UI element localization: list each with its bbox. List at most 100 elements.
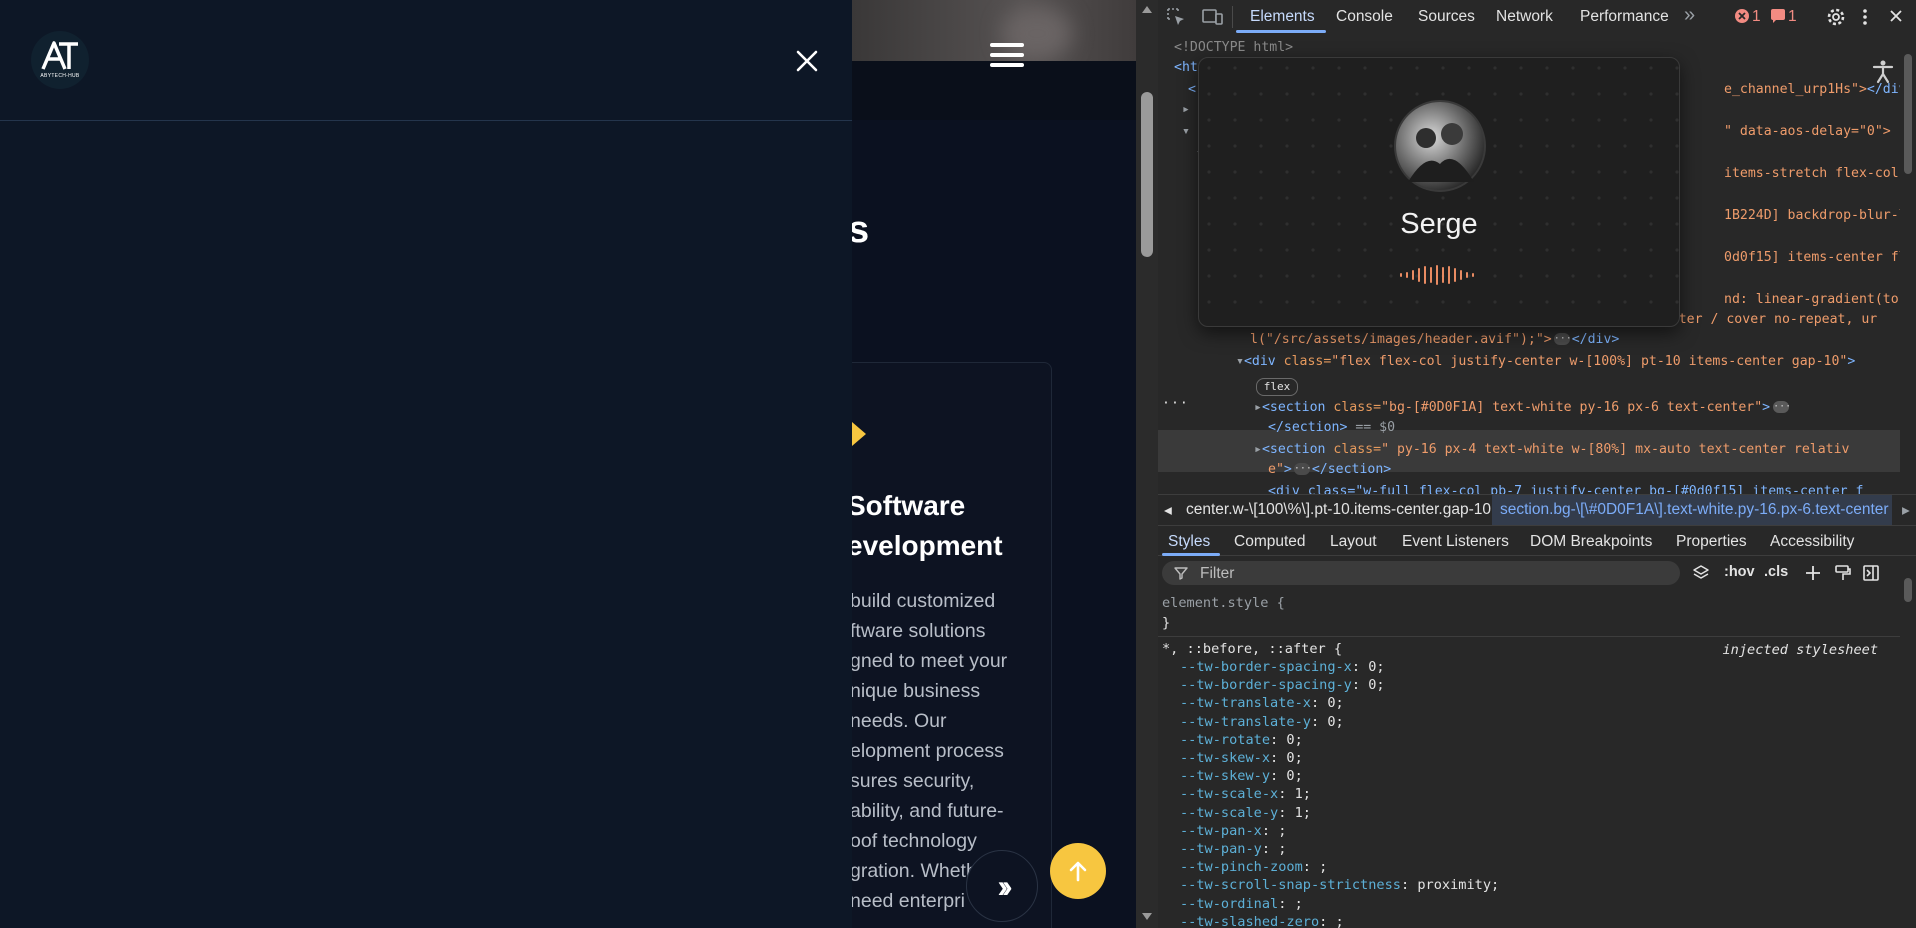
breadcrumb-scroll-left-icon[interactable]: ◂ <box>1164 501 1172 520</box>
styles-scrollbar[interactable] <box>1900 560 1916 928</box>
breadcrumb-item-section[interactable]: section.bg-\[\#0D0F1A\].text-white.py-16… <box>1500 501 1889 519</box>
toggle-sidebar-icon[interactable] <box>1862 564 1880 582</box>
tab-computed[interactable]: Computed <box>1234 533 1306 551</box>
tab-performance[interactable]: Performance <box>1580 8 1669 26</box>
css-property-name[interactable]: --tw-translate-y <box>1180 714 1311 730</box>
css-property-name[interactable]: --tw-skew-y <box>1180 768 1270 784</box>
ellipsis-badge[interactable]: ··· <box>1553 333 1572 345</box>
css-property-name[interactable]: --tw-scroll-snap-strictness <box>1180 877 1401 893</box>
css-property-name[interactable]: --tw-border-spacing-y <box>1180 677 1352 693</box>
more-tabs-icon[interactable]: » <box>1684 4 1695 27</box>
close-icon[interactable] <box>794 48 820 74</box>
tab-layout[interactable]: Layout <box>1330 533 1377 551</box>
css-property-value[interactable]: ; <box>1319 859 1327 875</box>
site-logo[interactable]: ABYTECH-HUB <box>31 31 89 89</box>
css-property-name[interactable]: --tw-rotate <box>1180 732 1270 748</box>
universal-selector-rule[interactable]: *, ::before, ::after { <box>1162 640 1342 658</box>
css-property-value[interactable]: ; <box>1336 914 1344 928</box>
tab-properties[interactable]: Properties <box>1676 533 1747 551</box>
ellipsis-badge[interactable]: ··· <box>1293 463 1312 475</box>
paint-brush-icon[interactable] <box>1834 564 1852 582</box>
css-property-name[interactable]: --tw-border-spacing-x <box>1180 659 1352 675</box>
css-property-value[interactable]: ; <box>1278 841 1286 857</box>
css-property-name[interactable]: --tw-pan-y <box>1180 841 1262 857</box>
tab-event-listeners[interactable]: Event Listeners <box>1402 533 1509 551</box>
hover-state-toggle[interactable]: :hov <box>1724 564 1755 580</box>
css-property-line[interactable]: --tw-pan-x: ; <box>1180 822 1286 840</box>
dom-scrollbar-thumb[interactable] <box>1904 54 1912 174</box>
css-property-line[interactable]: --tw-rotate: 0; <box>1180 731 1303 749</box>
css-property-value[interactable]: 1; <box>1295 786 1311 802</box>
accessibility-icon[interactable] <box>1868 56 1898 86</box>
dom-line-20[interactable]: <div class="w-full flex-col pb-7 justify… <box>1268 482 1863 494</box>
page-scrollbar-thumb[interactable] <box>1141 92 1153 257</box>
element-style-rule[interactable]: element.style { <box>1162 594 1285 612</box>
breadcrumb-item-div[interactable]: center.w-\[100\%\].pt-10.items-center.ga… <box>1186 501 1491 519</box>
dom-line-16[interactable]: ▸<section class="bg-[#0D0F1A] text-white… <box>1254 398 1791 418</box>
close-devtools-icon[interactable] <box>1888 8 1904 24</box>
row-options-icon[interactable]: ··· <box>1162 394 1189 414</box>
layers-icon[interactable] <box>1692 564 1710 582</box>
css-property-value[interactable]: 0; <box>1368 677 1384 693</box>
dom-line-doctype[interactable]: <!DOCTYPE html> <box>1174 38 1293 58</box>
css-property-line[interactable]: --tw-scale-y: 1; <box>1180 804 1311 822</box>
styles-scrollbar-thumb[interactable] <box>1904 578 1912 602</box>
css-property-value[interactable]: 0; <box>1368 659 1384 675</box>
css-property-value[interactable]: 0; <box>1327 695 1343 711</box>
tab-sources[interactable]: Sources <box>1418 8 1475 26</box>
css-property-value[interactable]: 0; <box>1327 714 1343 730</box>
css-property-name[interactable]: --tw-pinch-zoom <box>1180 859 1303 875</box>
issue-count[interactable]: 1 <box>1788 8 1797 26</box>
tab-dom-breakpoints[interactable]: DOM Breakpoints <box>1530 533 1652 551</box>
class-toggle[interactable]: .cls <box>1764 564 1788 580</box>
dom-line-19[interactable]: e"> ···</section> <box>1268 460 1391 480</box>
double-chevron-button[interactable]: ›› <box>966 850 1038 922</box>
css-property-name[interactable]: --tw-pan-x <box>1180 823 1262 839</box>
flex-badge[interactable]: flex <box>1256 378 1298 396</box>
css-property-value[interactable]: ; <box>1278 823 1286 839</box>
dom-line-12[interactable]: nd: linear-gradient(to righ <box>1724 290 1900 310</box>
css-property-value[interactable]: 0; <box>1286 750 1302 766</box>
scroll-down-arrow-icon[interactable] <box>1141 912 1153 922</box>
scroll-to-top-button[interactable] <box>1050 843 1106 899</box>
css-property-line[interactable]: --tw-skew-x: 0; <box>1180 749 1303 767</box>
css-property-line[interactable]: --tw-pinch-zoom: ; <box>1180 858 1327 876</box>
kebab-menu-icon[interactable] <box>1860 7 1870 27</box>
css-property-name[interactable]: --tw-skew-x <box>1180 750 1270 766</box>
css-property-line[interactable]: --tw-border-spacing-y: 0; <box>1180 676 1385 694</box>
tab-accessibility[interactable]: Accessibility <box>1770 533 1854 551</box>
error-count[interactable]: 1 <box>1752 8 1761 26</box>
gear-icon[interactable] <box>1826 7 1846 27</box>
tab-elements[interactable]: Elements <box>1250 8 1315 26</box>
dom-tree-scrollbar[interactable] <box>1900 34 1916 494</box>
add-rule-icon[interactable] <box>1804 564 1822 582</box>
css-property-line[interactable]: --tw-translate-y: 0; <box>1180 713 1344 731</box>
css-property-value[interactable]: 0; <box>1286 768 1302 784</box>
video-call-popup[interactable]: Serge <box>1198 57 1680 327</box>
css-property-line[interactable]: --tw-slashed-zero: ; <box>1180 913 1344 928</box>
dom-line-4[interactable]: " data-aos-delay="0"> <box>1724 122 1891 142</box>
error-icon[interactable] <box>1734 8 1750 24</box>
styles-filter-input[interactable]: Filter <box>1162 561 1680 585</box>
css-property-line[interactable]: --tw-ordinal: ; <box>1180 895 1303 913</box>
tab-console[interactable]: Console <box>1336 8 1393 26</box>
css-property-name[interactable]: --tw-translate-x <box>1180 695 1311 711</box>
tab-styles[interactable]: Styles <box>1168 533 1210 551</box>
css-property-name[interactable]: --tw-slashed-zero <box>1180 914 1319 928</box>
ellipsis-badge[interactable]: ··· <box>1773 401 1791 413</box>
dom-line-17[interactable]: </section> == $0 <box>1268 418 1395 438</box>
inspect-element-icon[interactable] <box>1166 7 1186 27</box>
issues-flag-icon[interactable] <box>1770 8 1786 24</box>
dom-line-8[interactable]: 1B224D] backdrop-blur-lg p- <box>1724 206 1900 226</box>
hamburger-menu-icon[interactable] <box>990 40 1026 70</box>
css-property-line[interactable]: --tw-scale-x: 1; <box>1180 785 1311 803</box>
dom-line-10[interactable]: 0d0f15] items-center flex <box>1724 248 1900 268</box>
css-property-line[interactable]: --tw-pan-y: ; <box>1180 840 1286 858</box>
css-property-line[interactable]: --tw-scroll-snap-strictness: proximity; <box>1180 876 1499 894</box>
dom-line-15[interactable]: ▾<div class="flex flex-col justify-cente… <box>1236 352 1855 372</box>
styles-pane[interactable]: element.style { } *, ::before, ::after {… <box>1158 590 1900 928</box>
dom-line-6[interactable]: items-stretch flex-col bg-[# <box>1724 164 1900 184</box>
dom-line-14[interactable]: l("/src/assets/images/header.avif");"> ··… <box>1250 330 1619 350</box>
css-property-value[interactable]: 0; <box>1286 732 1302 748</box>
breadcrumb-scroll-right-icon[interactable]: ▸ <box>1902 501 1910 520</box>
